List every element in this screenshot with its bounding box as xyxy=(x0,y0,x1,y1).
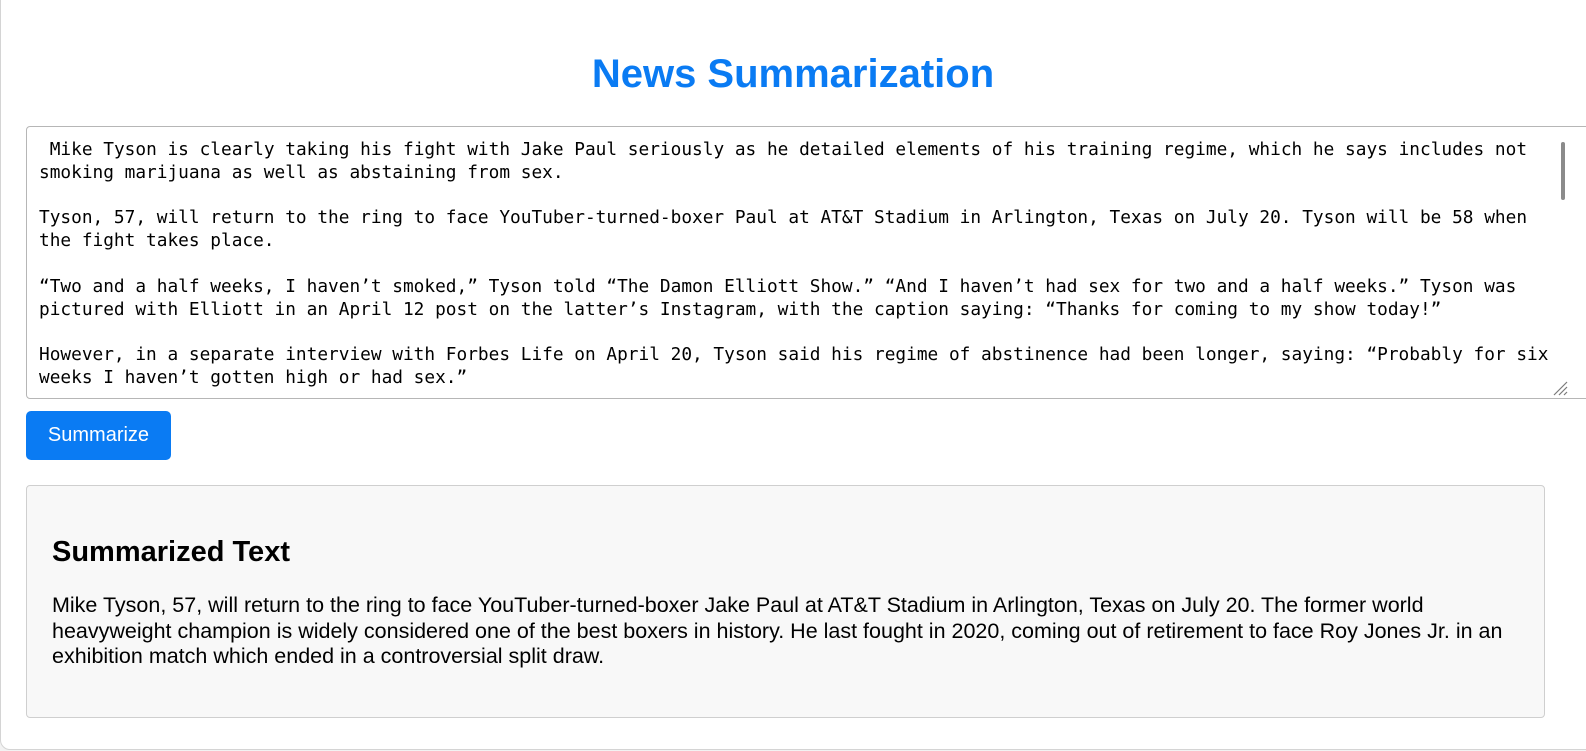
summary-text: Mike Tyson, 57, will return to the ring … xyxy=(52,593,1503,669)
article-textarea[interactable]: Mike Tyson is clearly taking his fight w… xyxy=(26,126,1586,399)
summary-heading: Summarized Text xyxy=(52,536,290,568)
textarea-scrollbar[interactable] xyxy=(1561,142,1565,200)
summarize-button[interactable]: Summarize xyxy=(26,411,171,460)
page-title: News Summarization xyxy=(591,52,995,96)
summary-panel: Summarized Text Mike Tyson, 57, will ret… xyxy=(26,485,1545,718)
resize-handle-icon[interactable] xyxy=(1550,378,1568,396)
